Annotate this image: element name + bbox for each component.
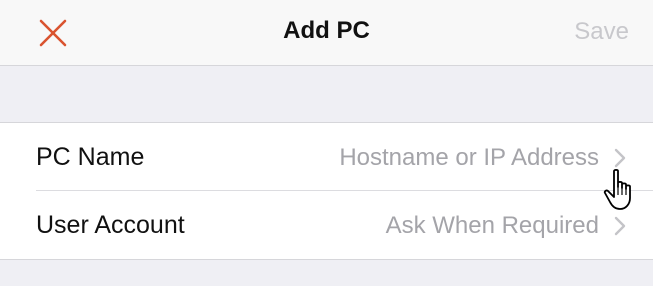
pc-name-row[interactable]: PC Name Hostname or IP Address bbox=[0, 123, 653, 191]
user-account-value: Ask When Required bbox=[385, 212, 599, 239]
pc-name-value: Hostname or IP Address bbox=[339, 144, 599, 171]
page-title: Add PC bbox=[283, 17, 370, 44]
chevron-right-icon bbox=[614, 148, 626, 168]
navigation-bar: Add PC Save bbox=[0, 0, 653, 66]
user-account-label: User Account bbox=[36, 211, 185, 239]
section-spacer bbox=[0, 66, 653, 122]
save-button[interactable]: Save bbox=[574, 18, 629, 46]
pc-name-label: PC Name bbox=[36, 143, 145, 171]
user-account-row[interactable]: User Account Ask When Required bbox=[0, 191, 653, 259]
settings-table: PC Name Hostname or IP Address User Acco… bbox=[0, 122, 653, 260]
chevron-right-icon bbox=[614, 216, 626, 236]
